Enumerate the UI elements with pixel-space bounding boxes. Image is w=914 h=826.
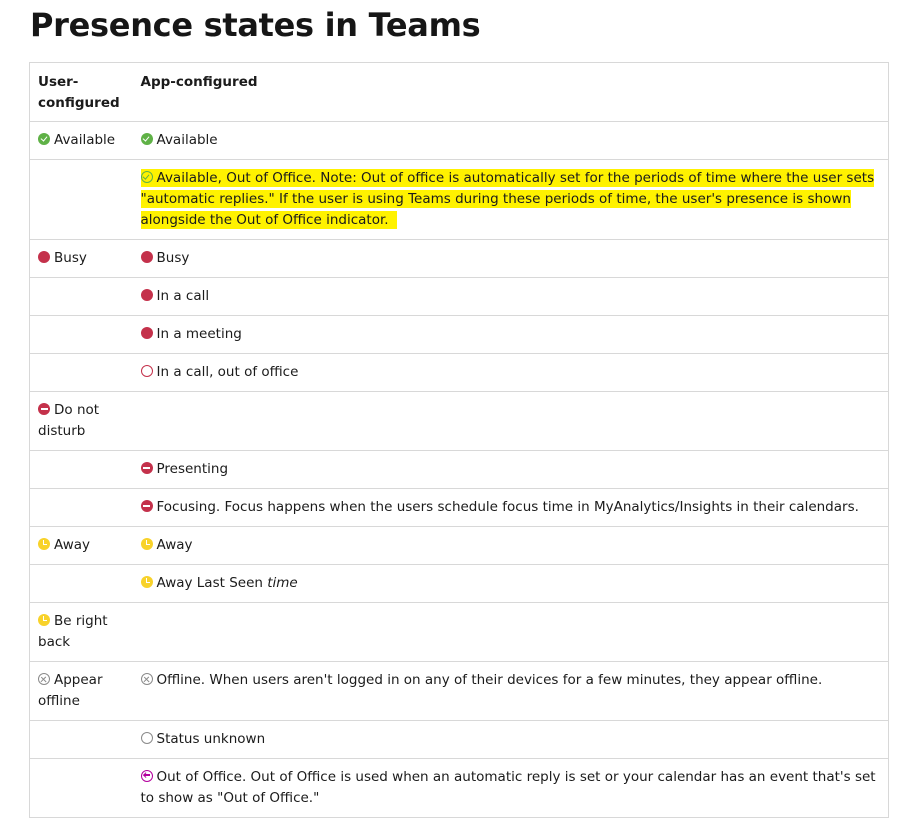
app-cell: Focusing. Focus happens when the users s… [132, 488, 889, 527]
offline-icon [140, 673, 153, 685]
user-status-label: Available [54, 132, 116, 148]
table-row: Away Last Seen time [29, 564, 889, 603]
app-status-label: Offline. When users aren't logged in on … [156, 672, 823, 688]
out-of-office-icon [140, 770, 153, 782]
user-cell: Be right back [29, 602, 133, 662]
app-cell [132, 391, 889, 451]
user-cell [29, 758, 133, 818]
do-not-disturb-icon [140, 500, 153, 512]
user-cell [29, 450, 133, 489]
table-row: Busy Busy [29, 239, 889, 278]
away-icon [140, 576, 153, 588]
app-cell: Offline. When users aren't logged in on … [132, 661, 889, 721]
app-cell: In a meeting [132, 315, 889, 354]
table-row: In a meeting [29, 315, 889, 354]
user-cell: Appear offline [29, 661, 133, 721]
user-status-label: Busy [54, 250, 87, 266]
app-status-label: Available, Out of Office. Note: Out of o… [140, 170, 875, 228]
table-row: In a call, out of office [29, 353, 889, 392]
app-status-label: Away [156, 537, 193, 553]
table-row: Focusing. Focus happens when the users s… [29, 488, 889, 527]
app-cell: Away Last Seen time [132, 564, 889, 603]
user-cell [29, 353, 133, 392]
user-status-label: Away [54, 537, 90, 553]
table-row: Away Away [29, 526, 889, 565]
away-icon [38, 538, 50, 550]
offline-icon [38, 673, 50, 685]
page-title: Presence states in Teams [30, 6, 481, 44]
table-row: Available, Out of Office. Note: Out of o… [29, 159, 889, 240]
table-row: Do not disturb [29, 391, 889, 451]
user-cell: Busy [29, 239, 133, 278]
app-status-label: Focusing. Focus happens when the users s… [156, 499, 859, 515]
app-cell: Status unknown [132, 720, 889, 759]
app-status-label: Presenting [156, 461, 229, 477]
busy-icon [140, 327, 153, 339]
do-not-disturb-icon [140, 462, 153, 474]
user-cell [29, 488, 133, 527]
user-cell: Away [29, 526, 133, 565]
user-cell [29, 564, 133, 603]
table-row: Status unknown [29, 720, 889, 759]
app-cell [132, 602, 889, 662]
busy-out-of-office-icon [140, 365, 153, 377]
app-cell: Available, Out of Office. Note: Out of o… [132, 159, 889, 240]
user-cell [29, 315, 133, 354]
user-cell [29, 720, 133, 759]
table-row: Be right back [29, 602, 889, 662]
highlighted-text: Available, Out of Office. Note: Out of o… [140, 169, 875, 229]
away-icon [38, 614, 50, 626]
do-not-disturb-icon [38, 403, 50, 415]
table-row: Appear offline Offline. When users aren'… [29, 661, 889, 721]
available-icon [140, 133, 153, 145]
user-cell: Do not disturb [29, 391, 133, 451]
app-cell: In a call [132, 277, 889, 316]
user-cell [29, 159, 133, 240]
header-user-configured: User-configured [29, 62, 133, 122]
table-row: Available Available [29, 121, 889, 160]
app-status-label: Busy [156, 250, 190, 266]
status-unknown-icon [140, 732, 153, 744]
user-cell: Available [29, 121, 133, 160]
busy-icon [140, 251, 153, 263]
app-status-label: Available [156, 132, 218, 148]
app-cell: Available [132, 121, 889, 160]
available-out-of-office-icon [140, 171, 153, 183]
app-status-label: In a call, out of office [156, 364, 299, 380]
table-header-row: User-configured App-configured [29, 62, 889, 122]
app-cell: In a call, out of office [132, 353, 889, 392]
app-status-label: In a meeting [156, 326, 242, 342]
busy-icon [38, 251, 50, 263]
app-status-label: Away Last Seen [156, 575, 263, 591]
table-row: Presenting [29, 450, 889, 489]
app-cell: Presenting [132, 450, 889, 489]
presence-table: User-configured App-configured Available… [29, 62, 889, 818]
app-cell: Away [132, 526, 889, 565]
away-icon [140, 538, 153, 550]
app-status-label: Status unknown [156, 731, 266, 747]
app-cell: Busy [132, 239, 889, 278]
table-row: In a call [29, 277, 889, 316]
app-cell: Out of Office. Out of Office is used whe… [132, 758, 889, 818]
header-app-configured: App-configured [132, 62, 889, 122]
app-status-label: In a call [156, 288, 210, 304]
app-status-label: Out of Office. Out of Office is used whe… [140, 769, 876, 806]
available-icon [38, 133, 50, 145]
table-row: Out of Office. Out of Office is used whe… [29, 758, 889, 818]
busy-icon [140, 289, 153, 301]
app-status-italic: time [267, 575, 298, 591]
user-cell [29, 277, 133, 316]
